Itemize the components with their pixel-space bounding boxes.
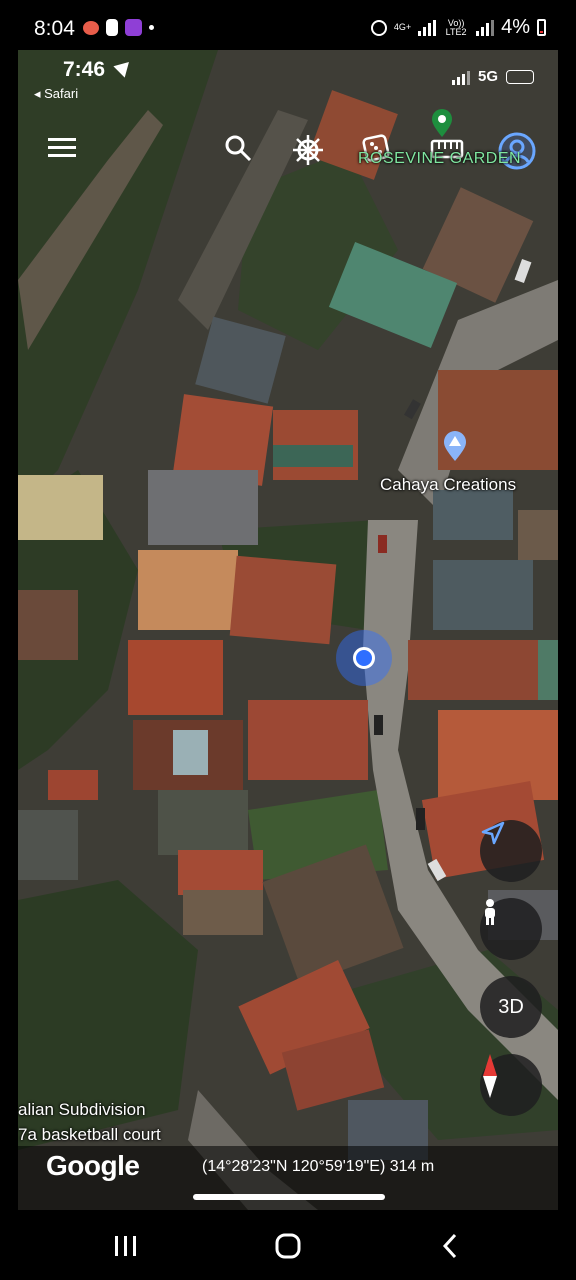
recents-button[interactable]	[106, 1230, 146, 1262]
android-clock: 8:04	[34, 17, 75, 40]
ios-signal-icon	[451, 69, 470, 85]
location-dot-icon	[353, 647, 375, 669]
ios-battery-icon	[506, 69, 534, 84]
android-navigation-bar	[0, 1210, 576, 1280]
menu-button[interactable]	[48, 136, 82, 166]
back-icon	[442, 1233, 457, 1259]
more-notifications-dot-icon	[149, 25, 154, 30]
heart-rate-icon	[83, 20, 99, 35]
ios-system-icons: 5G	[451, 68, 534, 85]
alert-icon	[106, 19, 118, 36]
back-to-safari-link[interactable]: ◂ Safari	[34, 86, 78, 102]
current-location-marker[interactable]	[336, 630, 392, 686]
android-system-icons: 4G+ Vo)) LTE2 4%	[370, 16, 546, 39]
cahaya-pin-icon[interactable]	[442, 430, 468, 462]
view-3d-button[interactable]: 3D	[480, 976, 542, 1038]
search-icon	[225, 135, 252, 162]
android-status-bar: 8:04 4G+ Vo)) LTE2 4%	[0, 0, 576, 50]
cahaya-creations-label[interactable]: Cahaya Creations	[380, 475, 516, 495]
alarm-icon	[370, 19, 387, 36]
navigation-arrow-icon	[481, 821, 505, 845]
map-footer: Google (14°28'23"N 120°59'19"E) 314 m	[18, 1146, 558, 1210]
volte-label: Vo)) LTE2	[445, 17, 467, 37]
network-type-label: 4G+	[393, 22, 412, 32]
compass-icon	[483, 1054, 497, 1098]
subdivision-label[interactable]: alian Subdivision	[18, 1100, 146, 1120]
location-services-icon	[113, 56, 135, 78]
satellite-map[interactable]: 7:46 ◂ Safari 5G ROSEVINE GARDEN Cahaya …	[18, 50, 558, 1210]
rosevine-pin-icon[interactable]	[430, 108, 454, 137]
voyager-button[interactable]	[292, 134, 328, 170]
street-view-button[interactable]	[480, 898, 542, 960]
coordinates-readout: (14°28'23"N 120°59'19"E) 314 m	[202, 1158, 435, 1175]
home-icon	[275, 1233, 301, 1259]
home-button[interactable]	[268, 1230, 308, 1262]
basketball-court-label[interactable]: 7a basketball court	[18, 1125, 161, 1145]
ship-wheel-icon	[293, 135, 323, 165]
pegman-icon	[485, 899, 495, 925]
compass-button[interactable]	[480, 1054, 542, 1116]
battery-icon	[537, 19, 546, 36]
ios-status-bar: 7:46 ◂ Safari 5G	[18, 50, 558, 110]
notification-icons	[83, 19, 154, 36]
signal-2-icon	[476, 19, 495, 36]
ios-network-type: 5G	[477, 68, 498, 85]
app-notification-icon	[125, 19, 142, 36]
search-button[interactable]	[224, 134, 258, 168]
hamburger-menu-icon	[48, 138, 76, 157]
recents-icon	[115, 1236, 136, 1256]
google-logo: Google	[46, 1150, 140, 1181]
my-location-button[interactable]	[480, 820, 542, 882]
battery-percent: 4%	[501, 16, 530, 38]
rosevine-garden-label[interactable]: ROSEVINE GARDEN	[358, 150, 521, 168]
satellite-imagery	[18, 50, 558, 1210]
signal-icon	[418, 19, 437, 36]
ios-clock: 7:46	[63, 58, 106, 81]
back-button[interactable]	[430, 1230, 470, 1262]
ios-home-indicator[interactable]	[193, 1194, 385, 1200]
